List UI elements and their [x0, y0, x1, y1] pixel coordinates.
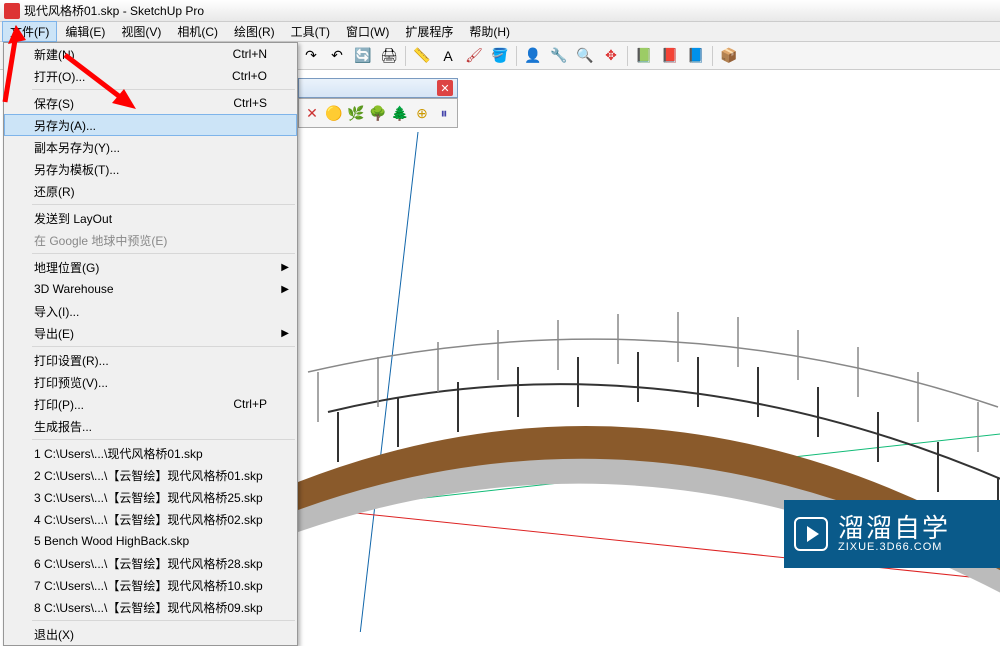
menu-extensions[interactable]: 扩展程序 [397, 21, 461, 42]
look-icon[interactable]: 🔧 [547, 44, 571, 68]
menu-recent-3[interactable]: 3 C:\Users\...\【云智绘】现代风格桥25.skp [4, 486, 297, 508]
close-icon[interactable]: ✕ [437, 80, 453, 96]
menu-bar: 文件(F) 编辑(E) 视图(V) 相机(C) 绘图(R) 工具(T) 窗口(W… [0, 22, 1000, 42]
tape-icon[interactable]: 📏 [410, 44, 434, 68]
plant3-icon[interactable]: 🌲 [390, 101, 410, 125]
menu-send-layout[interactable]: 发送到 LayOut [4, 207, 297, 229]
separator [627, 46, 628, 66]
floating-toolbar-header[interactable]: ✕ [298, 78, 458, 98]
menu-recent-4[interactable]: 4 C:\Users\...\【云智绘】现代风格桥02.skp [4, 508, 297, 530]
menu-recent-2[interactable]: 2 C:\Users\...\【云智绘】现代风格桥01.skp [4, 464, 297, 486]
plant1-icon[interactable]: 🌿 [346, 101, 366, 125]
menu-import[interactable]: 导入(I)... [4, 300, 297, 322]
separator [32, 439, 295, 440]
separator [32, 253, 295, 254]
undo-icon[interactable]: ↷ [299, 44, 323, 68]
separator [712, 46, 713, 66]
window-title: 现代风格桥01.skp - SketchUp Pro [24, 2, 204, 19]
plugin-icon[interactable]: 📦 [717, 44, 741, 68]
plant2-icon[interactable]: 🌳 [368, 101, 388, 125]
menu-save-copy[interactable]: 副本另存为(Y)... [4, 136, 297, 158]
walk-icon[interactable]: 👤 [521, 44, 545, 68]
watermark-title: 溜溜自学 [838, 515, 950, 541]
menu-google-earth: 在 Google 地球中预览(E) [4, 229, 297, 251]
file-menu-dropdown: 新建(N)Ctrl+N 打开(O)...Ctrl+O 保存(S)Ctrl+S 另… [3, 42, 298, 646]
watermark-url: ZIXUE.3D66.COM [838, 541, 950, 553]
zoom-icon[interactable]: 🔍 [573, 44, 597, 68]
menu-recent-6[interactable]: 6 C:\Users\...\【云智绘】现代风格桥28.skp [4, 552, 297, 574]
separator [32, 620, 295, 621]
layer-icon[interactable]: 📗 [632, 44, 656, 68]
text-icon[interactable]: A [436, 44, 460, 68]
separator [516, 46, 517, 66]
menu-geo[interactable]: 地理位置(G)▶ [4, 256, 297, 278]
menu-exit[interactable]: 退出(X) [4, 623, 297, 645]
target-icon[interactable]: ⊕ [412, 101, 432, 125]
menu-print[interactable]: 打印(P)...Ctrl+P [4, 393, 297, 415]
menu-recent-5[interactable]: 5 Bench Wood HighBack.skp [4, 530, 297, 552]
menu-recent-7[interactable]: 7 C:\Users\...\【云智绘】现代风格桥10.skp [4, 574, 297, 596]
menu-window[interactable]: 窗口(W) [338, 21, 397, 42]
sun-icon[interactable]: 🟡 [324, 101, 344, 125]
menu-tools[interactable]: 工具(T) [283, 21, 338, 42]
menu-draw[interactable]: 绘图(R) [226, 21, 283, 42]
annotation-arrow-2 [50, 45, 170, 125]
paint-icon[interactable]: 🖌 [462, 44, 486, 68]
menu-help[interactable]: 帮助(H) [461, 21, 518, 42]
chevron-right-icon: ▶ [281, 284, 289, 295]
menu-print-setup[interactable]: 打印设置(R)... [4, 349, 297, 371]
menu-camera[interactable]: 相机(C) [169, 21, 226, 42]
bucket-icon[interactable]: 🪣 [488, 44, 512, 68]
play-icon [794, 517, 828, 551]
book2-icon[interactable]: 📘 [684, 44, 708, 68]
menu-export[interactable]: 导出(E)▶ [4, 322, 297, 344]
watermark: 溜溜自学 ZIXUE.3D66.COM [784, 500, 1000, 568]
floating-toolbar: ✕ 🟡 🌿 🌳 🌲 ⊕ ⏸ [298, 98, 458, 128]
pause-icon[interactable]: ⏸ [434, 101, 454, 125]
chevron-right-icon: ▶ [281, 262, 289, 273]
menu-print-preview[interactable]: 打印预览(V)... [4, 371, 297, 393]
separator [405, 46, 406, 66]
menu-report[interactable]: 生成报告... [4, 415, 297, 437]
menu-recent-1[interactable]: 1 C:\Users\...\现代风格桥01.skp [4, 442, 297, 464]
separator [32, 204, 295, 205]
print-icon[interactable]: 🖨 [377, 44, 401, 68]
refresh-icon[interactable]: 🔄 [351, 44, 375, 68]
menu-save-template[interactable]: 另存为模板(T)... [4, 158, 297, 180]
menu-revert[interactable]: 还原(R) [4, 180, 297, 202]
title-bar: 现代风格桥01.skp - SketchUp Pro [0, 0, 1000, 22]
delete-icon[interactable]: ✕ [302, 101, 322, 125]
chevron-right-icon: ▶ [281, 328, 289, 339]
book1-icon[interactable]: 📕 [658, 44, 682, 68]
separator [32, 346, 295, 347]
menu-recent-8[interactable]: 8 C:\Users\...\【云智绘】现代风格桥09.skp [4, 596, 297, 618]
menu-3d-warehouse[interactable]: 3D Warehouse▶ [4, 278, 297, 300]
redo-icon[interactable]: ↶ [325, 44, 349, 68]
app-icon [4, 3, 20, 19]
pan-icon[interactable]: ✥ [599, 44, 623, 68]
